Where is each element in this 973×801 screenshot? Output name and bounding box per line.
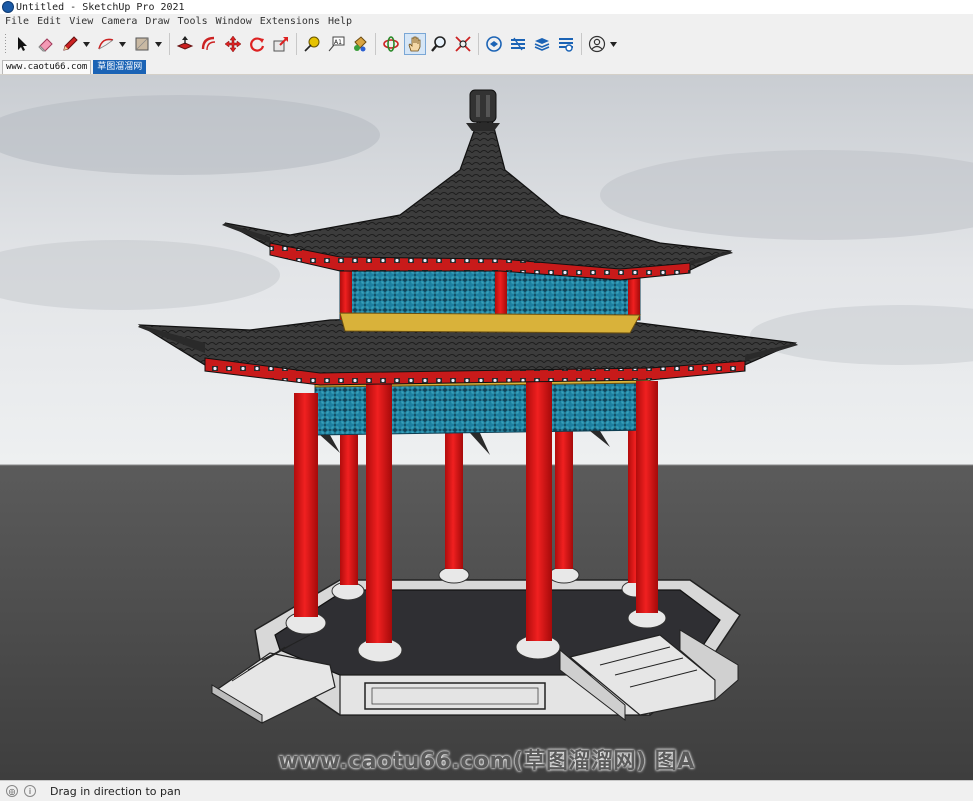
menu-view[interactable]: View xyxy=(65,16,97,27)
menu-camera[interactable]: Camera xyxy=(97,16,141,27)
status-bar: ◎ i Drag in direction to pan xyxy=(0,780,973,801)
menu-file[interactable]: File xyxy=(0,16,33,27)
menu-window[interactable]: Window xyxy=(212,16,256,27)
menu-draw[interactable]: Draw xyxy=(141,16,173,27)
hand-icon xyxy=(408,36,421,52)
eraser-icon xyxy=(38,38,53,52)
scene-tab-caotu[interactable]: 草图溜溜网 xyxy=(93,60,147,74)
window-title: Untitled - SketchUp Pro 2021 xyxy=(16,1,185,13)
menu-edit[interactable]: Edit xyxy=(33,16,65,27)
text-icon: A1 xyxy=(328,36,345,52)
magnifier-icon xyxy=(431,36,446,52)
roof-finial xyxy=(466,89,500,131)
chevron-down-icon xyxy=(610,41,617,47)
chevron-down-icon xyxy=(83,41,90,47)
toolbar-separator xyxy=(169,33,170,55)
rotate-tool-button[interactable] xyxy=(246,33,268,55)
push-pull-tool-button[interactable] xyxy=(174,33,196,55)
user-account-icon xyxy=(588,35,606,53)
toolbar-separator xyxy=(478,33,479,55)
toolbar-grip[interactable] xyxy=(4,33,7,55)
paint-bucket-tool-button[interactable] xyxy=(349,33,371,55)
menu-bar: File Edit View Camera Draw Tools Window … xyxy=(0,14,973,29)
account-dropdown[interactable] xyxy=(609,33,618,55)
offset-icon xyxy=(201,36,216,51)
eraser-tool-button[interactable] xyxy=(35,33,57,55)
main-toolbar: A1 xyxy=(0,29,973,60)
push-pull-icon xyxy=(176,36,194,50)
geo-location-icon[interactable]: ◎ xyxy=(6,785,18,797)
extension-warehouse-icon xyxy=(511,37,525,51)
scene-tab-website[interactable]: www.caotu66.com xyxy=(2,60,92,74)
zoom-tool-button[interactable] xyxy=(428,33,450,55)
tape-measure-icon xyxy=(304,36,320,52)
move-icon xyxy=(224,35,242,53)
menu-extensions[interactable]: Extensions xyxy=(256,16,324,27)
move-tool-button[interactable] xyxy=(222,33,244,55)
3d-warehouse-icon xyxy=(486,36,502,52)
extension-warehouse-tool-button[interactable] xyxy=(507,33,529,55)
paint-bucket-icon xyxy=(354,36,367,52)
line-tool-button[interactable] xyxy=(59,33,81,55)
orbit-tool-button[interactable] xyxy=(380,33,402,55)
extension-manager-tool-button[interactable] xyxy=(555,33,577,55)
extension-manager-icon xyxy=(559,38,573,52)
menu-help[interactable]: Help xyxy=(324,16,356,27)
orbit-icon xyxy=(383,36,399,52)
toolbar-separator xyxy=(296,33,297,55)
layout-tool-button[interactable] xyxy=(531,33,553,55)
chevron-down-icon xyxy=(155,41,162,47)
text-tool-label: A1 xyxy=(334,39,342,46)
arc-tool-button[interactable] xyxy=(95,33,117,55)
toolbar-separator xyxy=(581,33,582,55)
pencil-icon xyxy=(63,36,78,51)
rectangle-tool-button[interactable] xyxy=(131,33,153,55)
pan-tool-button[interactable] xyxy=(404,33,426,55)
info-icon[interactable]: i xyxy=(24,785,36,797)
tape-measure-tool-button[interactable] xyxy=(301,33,323,55)
arc-tool-dropdown[interactable] xyxy=(118,33,127,55)
chevron-down-icon xyxy=(119,41,126,47)
arc-icon xyxy=(98,38,114,50)
status-text: Drag in direction to pan xyxy=(50,784,181,798)
zoom-extents-tool-button[interactable] xyxy=(452,33,474,55)
rectangle-icon xyxy=(135,37,149,51)
model-viewport[interactable] xyxy=(0,75,973,780)
layout-icon xyxy=(534,38,550,51)
scale-icon xyxy=(273,37,288,52)
toolbar-separator xyxy=(375,33,376,55)
warehouse-tool-button[interactable] xyxy=(483,33,505,55)
scale-tool-button[interactable] xyxy=(270,33,292,55)
rectangle-tool-dropdown[interactable] xyxy=(154,33,163,55)
arrow-cursor-icon xyxy=(18,37,27,51)
line-tool-dropdown[interactable] xyxy=(82,33,91,55)
account-tool-button[interactable] xyxy=(586,33,608,55)
text-tool-button[interactable]: A1 xyxy=(325,33,347,55)
pavilion-scene xyxy=(0,75,973,780)
rotate-icon xyxy=(250,37,265,52)
offset-tool-button[interactable] xyxy=(198,33,220,55)
sketchup-logo-icon xyxy=(2,1,14,13)
select-tool-button[interactable] xyxy=(11,33,33,55)
scene-tab-bar: www.caotu66.com 草图溜溜网 xyxy=(0,59,973,74)
watermark-text: www.caotu66.com(草图溜溜网) 图A xyxy=(278,749,695,774)
title-bar: Untitled - SketchUp Pro 2021 xyxy=(0,0,973,14)
zoom-extents-icon xyxy=(455,36,471,52)
menu-tools[interactable]: Tools xyxy=(174,16,212,27)
